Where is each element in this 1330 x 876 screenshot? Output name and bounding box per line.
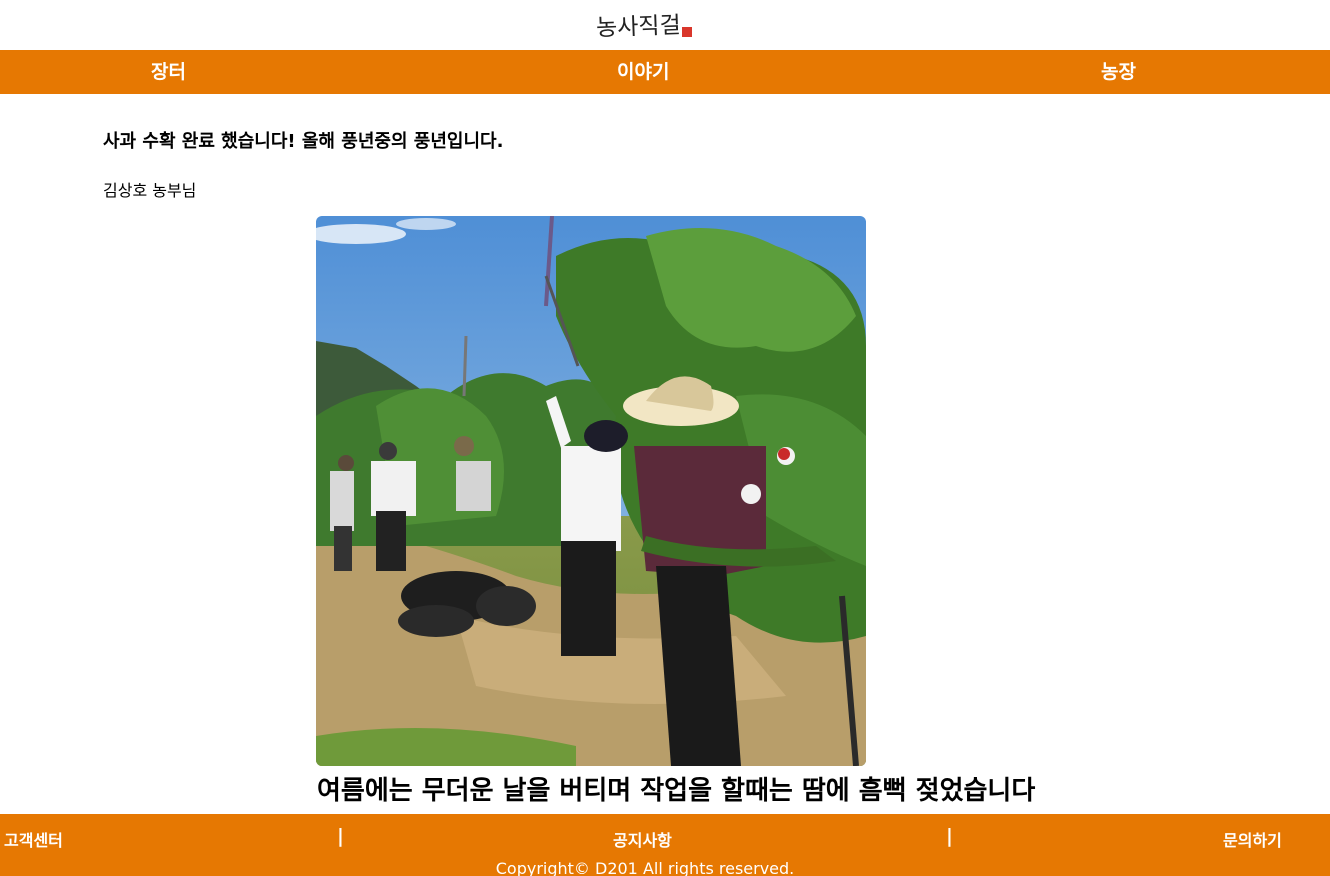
logo-text: 농사직걸: [595, 12, 682, 42]
photo-caption: 여름에는 무더운 날을 버티며 작업을 할때는 땀에 흠뻑 젖었습니다: [317, 776, 1036, 806]
site-logo[interactable]: 농사직걸: [596, 7, 692, 41]
post-photo: [316, 216, 866, 766]
footer-separator: |: [337, 825, 344, 847]
nav-item-story[interactable]: 이야기: [617, 50, 669, 94]
nav-item-farm[interactable]: 농장: [1101, 50, 1136, 94]
footer-link-support[interactable]: 고객센터: [4, 827, 63, 851]
copyright-text: Copyright© D201 All rights reserved.: [495, 859, 795, 876]
footer-link-notice[interactable]: 공지사항: [613, 827, 672, 851]
header: 농사직걸: [0, 0, 1330, 50]
nav-item-market[interactable]: 장터: [151, 50, 186, 94]
footer: 고객센터 | 공지사항 | 문의하기 Copyright© D201 All r…: [0, 814, 1330, 876]
main-nav: 장터 이야기 농장: [0, 50, 1330, 94]
logo-seal-icon: [681, 27, 692, 37]
post-author: 김상호 농부님: [103, 181, 197, 200]
post-title: 사과 수확 완료 했습니다! 올해 풍년중의 풍년입니다.: [103, 131, 504, 152]
footer-link-inquiry[interactable]: 문의하기: [1223, 827, 1282, 851]
footer-separator: |: [946, 825, 953, 847]
